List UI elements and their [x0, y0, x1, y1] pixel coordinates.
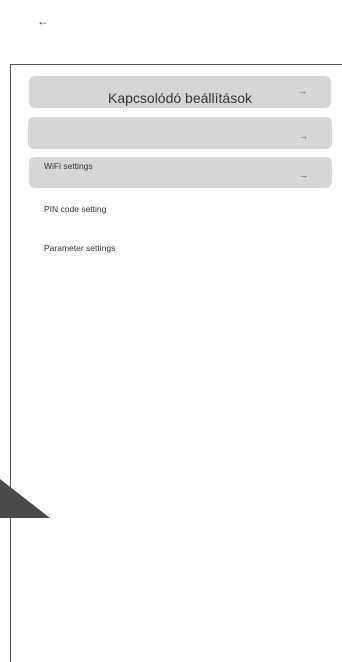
arrow-right-icon: → [299, 131, 308, 141]
related-settings-row[interactable]: Kapcsolódó beállítások → [29, 76, 331, 108]
settings-panel: Kapcsolódó beállítások → → WiFi settings… [10, 64, 342, 662]
wifi-settings-label: WiFi settings [44, 161, 93, 171]
back-arrow-icon[interactable]: ← [37, 13, 49, 29]
arrow-right-icon: → [299, 170, 308, 180]
parameter-settings-item[interactable]: Parameter settings [44, 243, 115, 253]
wifi-settings-row[interactable]: WiFi settings → [29, 157, 332, 188]
arrow-right-icon: → [298, 86, 307, 96]
blank-settings-row[interactable]: → [28, 117, 332, 149]
pin-code-setting-item[interactable]: PIN code setting [44, 204, 106, 214]
corner-triangle-decoration [0, 479, 50, 518]
related-settings-label: Kapcsolódó beállítások [108, 90, 252, 106]
